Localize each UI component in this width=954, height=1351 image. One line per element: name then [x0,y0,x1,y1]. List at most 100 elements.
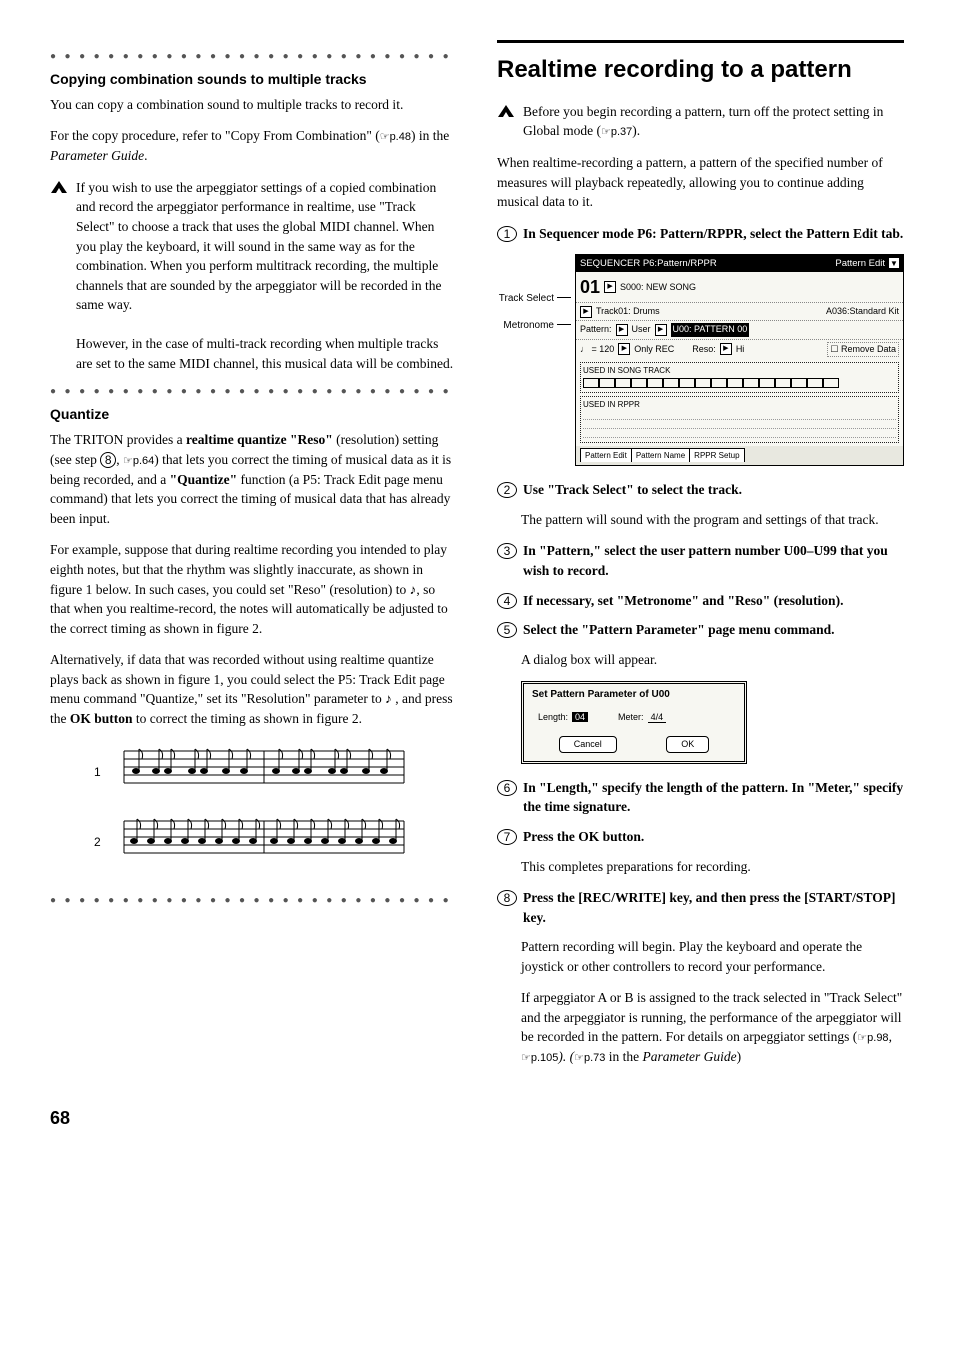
step-number: 7 [497,829,517,845]
figure-label-2: 2 [94,835,101,849]
text-bold: realtime quantize "Reso" [186,432,333,447]
separator-dots: ● ● ● ● ● ● ● ● ● ● ● ● ● ● ● ● ● ● ● ● … [50,50,457,65]
lcd-tab: RPPR Setup [689,448,744,463]
figure-label-1: 1 [94,765,101,779]
step-6: 6 In "Length," specify the length of the… [497,778,904,817]
para: A dialog box will appear. [521,650,904,670]
text: If arpeggiator A or B is assigned to the… [521,990,902,1044]
text-bold: OK button [70,711,133,726]
lcd-pattern-sel: U00: PATTERN 00 [671,323,750,336]
text: in the [605,1049,642,1064]
step-3: 3 In "Pattern," select the user pattern … [497,541,904,580]
lcd-song-name: S000: NEW SONG [620,281,696,294]
heading-copying: Copying combination sounds to multiple t… [50,69,457,89]
para: The TRITON provides a realtime quantize … [50,430,457,528]
text: , [116,452,123,467]
note-block: If you wish to use the arpeggiator setti… [50,178,457,374]
text: . [144,148,147,163]
lcd-title-right: Pattern Edit [835,257,885,271]
lcd-tab: Pattern Edit [580,448,632,463]
page-ref: ☞p.48 [380,131,411,143]
step-number: 1 [497,226,517,242]
step-number: 6 [497,780,517,796]
play-icon: ▶ [720,343,732,355]
para: For the copy procedure, refer to "Copy F… [50,126,457,166]
page-ref: ☞p.64 [123,455,154,467]
step-2: 2 Use "Track Select" to select the track… [497,480,904,500]
para: The pattern will sound with the program … [521,510,904,530]
step-text: Select the "Pattern Parameter" page menu… [523,620,904,640]
step-4: 4 If necessary, set "Metronome" and "Res… [497,591,904,611]
note-block: Before you begin recording a pattern, tu… [497,102,904,142]
separator-dots: ● ● ● ● ● ● ● ● ● ● ● ● ● ● ● ● ● ● ● ● … [50,894,457,909]
play-icon: ▶ [604,281,616,293]
step-5: 5 Select the "Pattern Parameter" page me… [497,620,904,640]
step-8: 8 Press the [REC/WRITE] key, and then pr… [497,888,904,927]
lcd-reso: Hi [736,343,745,356]
play-icon: ▶ [618,343,630,355]
heading-quantize: Quantize [50,404,457,424]
text-italic: Parameter Guide [50,148,144,163]
text: to correct the timing as shown in figure… [133,711,362,726]
para: If arpeggiator A or B is assigned to the… [521,988,904,1067]
note-text: Before you begin recording a pattern, tu… [523,104,883,139]
text: For the copy procedure, refer to "Copy F… [50,128,380,143]
step-text: Use "Track Select" to select the track. [523,480,904,500]
step-7: 7 Press the OK button. [497,827,904,847]
text: ). ( [558,1049,574,1064]
step-text: Press the [REC/WRITE] key, and then pres… [523,888,904,927]
lcd-tab: Pattern Name [631,448,690,463]
lcd-tempo: ♩ = 120 [580,343,614,356]
step-ref-8: 8 [100,452,116,468]
lcd-label: Pattern: [580,323,612,336]
step-text: In Sequencer mode P6: Pattern/RPPR, sele… [523,224,904,244]
text: ) [737,1049,742,1064]
note-text: If you wish to use the arpeggiator setti… [76,180,442,312]
section-heading: Realtime recording to a pattern [497,53,904,88]
step-text: If necessary, set "Metronome" and "Reso"… [523,591,904,611]
lcd-used-rppr: USED IN RPPR [580,396,899,443]
step-text: Press the OK button. [523,827,904,847]
dialog-pattern-parameter: Set Pattern Parameter of U00 Length:04 M… [521,681,747,764]
page-ref: ☞p.105 [521,1052,558,1064]
step-number: 4 [497,593,517,609]
callout-metronome: Metronome [503,319,571,334]
dialog-label: Length: [538,712,568,722]
page-ref: ☞p.37 [601,126,632,138]
para: You can copy a combination sound to mult… [50,95,457,115]
step-1: 1 In Sequencer mode P6: Pattern/RPPR, se… [497,224,904,244]
quantize-diagram: 1 [94,741,414,877]
ok-button: OK [666,736,709,753]
dialog-value: 4/4 [648,712,667,723]
play-icon: ▶ [580,306,592,318]
menu-triangle-icon: ▼ [889,258,899,268]
page-ref: ☞p.73 [574,1052,605,1064]
lcd-remove-data: ☐ Remove Data [827,342,899,357]
lcd-screenshot: Track Select Metronome SEQUENCER P6:Patt… [497,254,904,467]
step-text: In "Length," specify the length of the p… [523,778,904,817]
step-number: 2 [497,482,517,498]
page-ref: ☞p.98 [857,1032,888,1044]
page-number: 68 [50,1105,904,1131]
lcd-program: A036:Standard Kit [826,305,899,318]
text: ) in the [411,128,449,143]
lcd-metronome: Only REC [634,343,674,356]
note-text: However, in the case of multi-track reco… [76,336,453,371]
para: When realtime-recording a pattern, a pat… [497,153,904,212]
text: The TRITON provides a [50,432,186,447]
lcd-used-song: USED IN SONG TRACK [580,362,899,394]
note-icon [50,180,68,194]
callout-track-select: Track Select [499,292,571,307]
lcd-label: Reso: [692,343,716,356]
text: , [889,1029,892,1044]
step-number: 5 [497,622,517,638]
para: Alternatively, if data that was recorded… [50,650,457,728]
rule [497,40,904,43]
lcd-title-left: SEQUENCER P6:Pattern/RPPR [580,257,717,271]
step-number: 8 [497,890,517,906]
note-text: ). [632,123,640,138]
play-icon: ▶ [655,324,667,336]
para: Pattern recording will begin. Play the k… [521,937,904,976]
separator-dots: ● ● ● ● ● ● ● ● ● ● ● ● ● ● ● ● ● ● ● ● … [50,385,457,400]
para: This completes preparations for recordin… [521,857,904,877]
